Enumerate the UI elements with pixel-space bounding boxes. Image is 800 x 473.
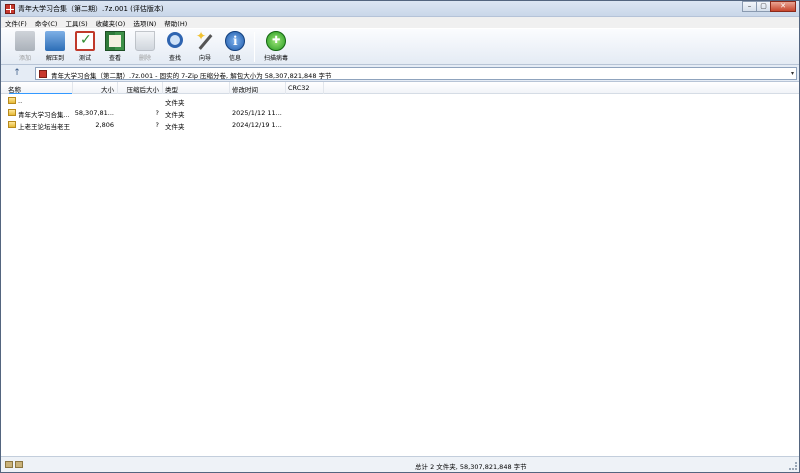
column-header-crc32[interactable]: CRC32 xyxy=(288,84,328,94)
find-button[interactable]: 查找 xyxy=(160,29,190,65)
chevron-down-icon[interactable]: ▾ xyxy=(791,70,794,77)
row-type: 文件夹 xyxy=(165,111,185,119)
menu-commands[interactable]: 命令(C) xyxy=(31,18,62,28)
archive-path-field[interactable]: 青年大学习合集（第二期）.7z.001 - 固实的 7-Zip 压缩分卷, 解包… xyxy=(35,67,797,80)
table-row[interactable]: 上老王论坛当老王 2,806 ? 文件夹 2024/12/19 1... xyxy=(1,119,401,131)
view-label: 查看 xyxy=(108,55,121,62)
status-icons xyxy=(5,461,29,469)
view-button[interactable]: 查看 xyxy=(100,29,130,65)
menu-tools[interactable]: 工具(S) xyxy=(61,18,91,28)
row-type: 文件夹 xyxy=(165,99,185,107)
menu-file[interactable]: 文件(F) xyxy=(1,18,31,28)
up-one-level-button[interactable]: ↑ xyxy=(11,68,23,79)
file-list[interactable]: 名称 大小 压缩后大小 类型 修改时间 CRC32 .. 文件夹 青年大学习合集… xyxy=(1,82,799,456)
row-modified: 2025/1/12 11... xyxy=(232,109,282,117)
minimize-button[interactable]: – xyxy=(742,1,757,12)
extract-to-label: 解压到 xyxy=(45,55,64,62)
row-size: 58,307,81... xyxy=(74,109,114,117)
column-header-size[interactable]: 大小 xyxy=(73,84,114,94)
row-type: 文件夹 xyxy=(165,123,185,131)
info-button[interactable]: 信息 xyxy=(220,29,250,65)
row-packed-size: ? xyxy=(155,109,159,117)
row-name: .. xyxy=(18,97,23,105)
wizard-button[interactable]: 向导 xyxy=(190,29,220,65)
status-summary: 总计 2 文件夹, 58,307,821,848 字节 xyxy=(415,463,527,471)
menu-bar: 文件(F) 命令(C) 工具(S) 收藏夹(O) 选项(N) 帮助(H) xyxy=(1,17,799,28)
close-button[interactable]: ✕ xyxy=(770,1,796,12)
wizard-label: 向导 xyxy=(198,55,211,62)
address-bar: ↑ 青年大学习合集（第二期）.7z.001 - 固实的 7-Zip 压缩分卷, … xyxy=(1,65,799,82)
add-label: 添加 xyxy=(18,55,31,62)
menu-favorites[interactable]: 收藏夹(O) xyxy=(92,18,130,28)
table-row[interactable]: .. 文件夹 xyxy=(1,95,401,107)
window-controls: – ▢ ✕ xyxy=(742,1,796,13)
test-label: 测试 xyxy=(78,55,91,62)
scan-virus-icon xyxy=(266,31,286,51)
key-icon[interactable] xyxy=(15,461,23,468)
add-button[interactable]: 添加 xyxy=(10,29,40,65)
column-header-modified[interactable]: 修改时间 xyxy=(232,84,287,94)
sort-column-indicator xyxy=(9,93,72,94)
toolbar: 添加 解压到 测试 查看 删除 查找 向导 信息 xyxy=(1,28,799,65)
wizard-icon xyxy=(195,29,215,51)
extract-icon xyxy=(45,31,65,51)
scan-virus-button[interactable]: 扫描病毒 xyxy=(259,29,293,65)
folder-icon xyxy=(8,97,16,104)
resize-grip[interactable] xyxy=(789,462,797,470)
row-packed-size: ? xyxy=(155,121,159,129)
column-header-type[interactable]: 类型 xyxy=(165,84,225,94)
column-divider[interactable] xyxy=(229,82,230,94)
row-name: 上老王论坛当老王 xyxy=(18,123,70,131)
menu-help[interactable]: 帮助(H) xyxy=(160,18,191,28)
window-title: 青年大学习合集（第二期）.7z.001 (评估版本) xyxy=(18,5,164,13)
drive-icon[interactable] xyxy=(5,461,13,468)
info-label: 信息 xyxy=(228,55,241,62)
app-window: 青年大学习合集（第二期）.7z.001 (评估版本) – ▢ ✕ 文件(F) 命… xyxy=(0,0,800,473)
title-bar[interactable]: 青年大学习合集（第二期）.7z.001 (评估版本) – ▢ ✕ xyxy=(1,1,799,17)
scan-virus-label: 扫描病毒 xyxy=(263,55,288,62)
view-icon xyxy=(105,31,125,51)
toolbar-separator xyxy=(254,32,255,62)
delete-label: 删除 xyxy=(138,55,151,62)
find-label: 查找 xyxy=(168,55,181,62)
add-icon xyxy=(15,31,35,51)
archive-path-text: 青年大学习合集（第二期）.7z.001 - 固实的 7-Zip 压缩分卷, 解包… xyxy=(51,72,332,80)
info-icon xyxy=(225,31,245,51)
test-icon xyxy=(75,31,95,51)
row-name: 青年大学习合集... xyxy=(18,111,70,119)
row-size: 2,806 xyxy=(95,121,114,129)
column-divider[interactable] xyxy=(162,82,163,94)
delete-button[interactable]: 删除 xyxy=(130,29,160,65)
column-header-packed-size[interactable]: 压缩后大小 xyxy=(118,84,160,94)
maximize-button[interactable]: ▢ xyxy=(756,1,771,12)
row-modified: 2024/12/19 1... xyxy=(232,121,282,129)
table-row[interactable]: 青年大学习合集... 58,307,81... ? 文件夹 2025/1/12 … xyxy=(1,107,401,119)
status-bar: 总计 2 文件夹, 58,307,821,848 字节 xyxy=(1,456,799,472)
menu-options[interactable]: 选项(N) xyxy=(129,18,160,28)
extract-to-button[interactable]: 解压到 xyxy=(40,29,70,65)
column-divider[interactable] xyxy=(285,82,286,94)
column-divider[interactable] xyxy=(323,82,324,94)
folder-icon xyxy=(8,121,16,128)
folder-icon xyxy=(8,109,16,116)
test-button[interactable]: 测试 xyxy=(70,29,100,65)
winrar-app-icon[interactable] xyxy=(5,4,15,14)
archive-icon xyxy=(39,70,47,78)
column-header-row: 名称 大小 压缩后大小 类型 修改时间 CRC32 xyxy=(1,82,799,94)
delete-icon xyxy=(135,31,155,51)
find-icon xyxy=(167,32,183,48)
